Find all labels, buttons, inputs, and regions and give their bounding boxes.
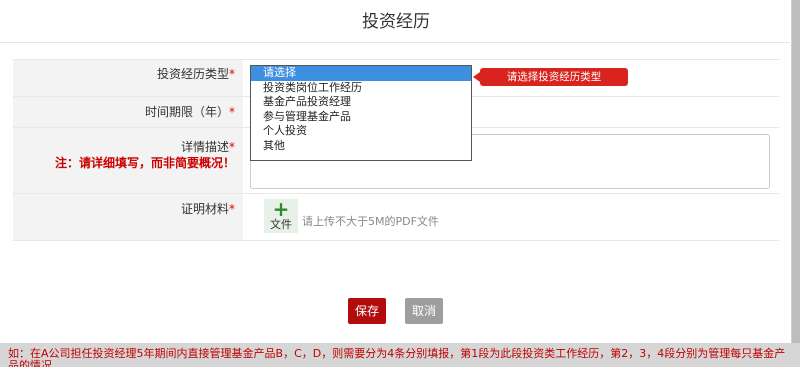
upload-button-label: 文件 — [270, 218, 292, 231]
label-cell-proof: 证明材料* — [13, 194, 243, 240]
required-mark: * — [229, 105, 235, 119]
validation-tip: 请选择投资经历类型 — [480, 68, 628, 86]
label-cell-detail: 详情描述* 注：请详细填写，而非简要概况！ — [13, 128, 243, 193]
experience-type-label: 投资经历类型 — [156, 67, 229, 81]
dropdown-option[interactable]: 其他 — [251, 139, 471, 154]
dropdown-option[interactable]: 投资类岗位工作经历 — [251, 81, 471, 96]
label-cell-time-period: 时间期限（年）* — [13, 97, 243, 127]
time-period-label: 时间期限（年） — [144, 105, 229, 119]
validation-tip-arrow-icon — [473, 72, 480, 82]
dropdown-option[interactable]: 请选择 — [251, 66, 471, 81]
cancel-button[interactable]: 取消 — [405, 298, 443, 324]
background-instruction-text: 如：在A公司担任投资经理5年期间内直接管理基金产品B，C，D，则需要分为4条分别… — [0, 343, 800, 367]
label-cell-experience-type: 投资经历类型* — [13, 60, 243, 96]
required-mark: * — [229, 140, 235, 154]
investment-experience-dialog: 投资经历 投资经历类型* 时间期限（年）* 详情描述* 注：请详细填写，而非简要… — [0, 0, 792, 343]
detail-note: 注：请详细填写，而非简要概况！ — [54, 156, 235, 170]
dialog-title: 投资经历 — [0, 0, 792, 43]
required-mark: * — [229, 67, 235, 81]
row-proof-material: 证明材料* + 文件 请上传不大于5M的PDF文件 — [13, 194, 779, 241]
dropdown-option[interactable]: 基金产品投资经理 — [251, 95, 471, 110]
dropdown-option[interactable]: 个人投资 — [251, 124, 471, 139]
upload-file-button[interactable]: + 文件 — [264, 199, 298, 233]
proof-label: 证明材料 — [180, 202, 229, 216]
plus-icon: + — [272, 197, 290, 221]
save-button[interactable]: 保存 — [348, 298, 386, 324]
modal-scrollbar-area — [792, 0, 800, 343]
required-mark: * — [229, 202, 235, 216]
experience-type-dropdown[interactable]: 请选择 投资类岗位工作经历 基金产品投资经理 参与管理基金产品 个人投资 其他 — [250, 65, 472, 161]
detail-label: 详情描述 — [180, 140, 229, 154]
dropdown-option[interactable]: 参与管理基金产品 — [251, 110, 471, 125]
upload-hint: 请上传不大于5M的PDF文件 — [302, 215, 439, 228]
